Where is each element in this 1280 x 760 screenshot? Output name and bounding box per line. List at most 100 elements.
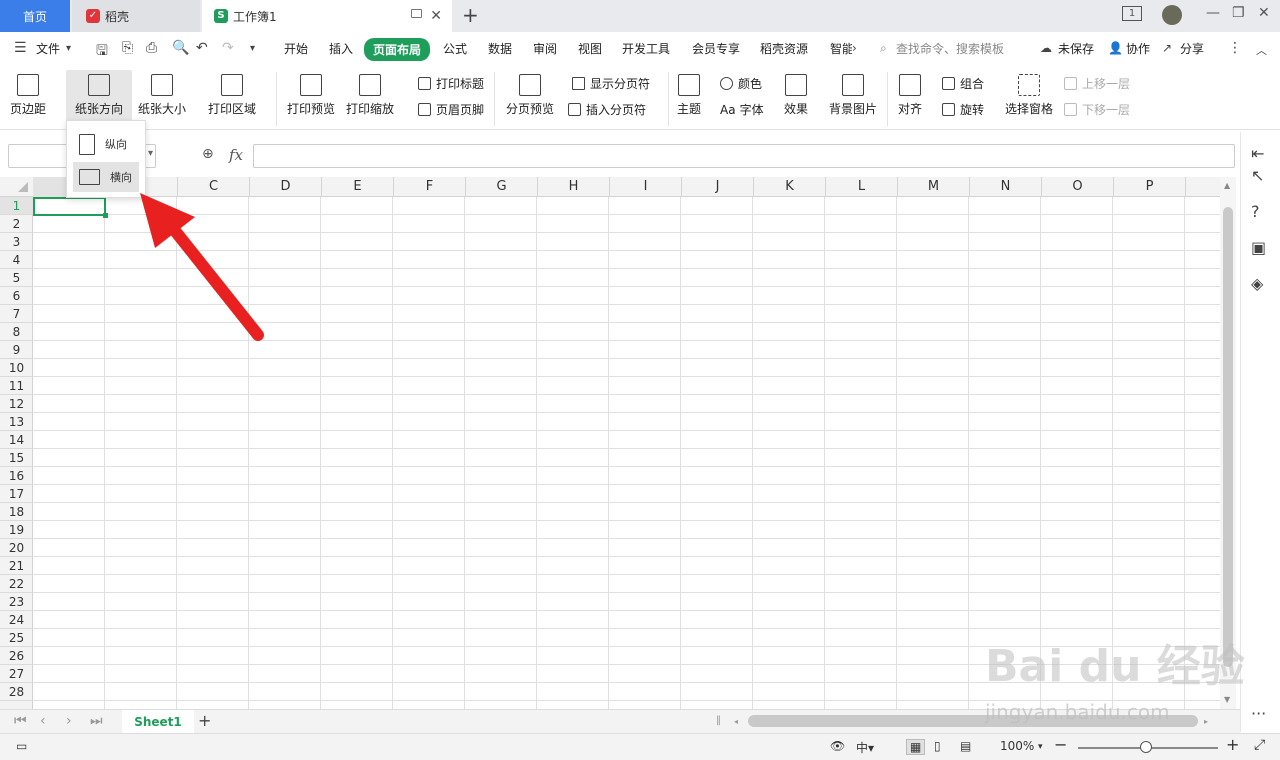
page-break-preview-button[interactable]: 分页预览 bbox=[506, 66, 554, 117]
orientation-landscape-option[interactable]: 横向 bbox=[73, 162, 139, 192]
column-header-p[interactable]: P bbox=[1114, 177, 1186, 197]
send-backward-button[interactable]: 下移一层 bbox=[1064, 101, 1130, 118]
zoom-level[interactable]: 100% bbox=[1000, 739, 1034, 753]
row-header-26[interactable]: 26 bbox=[0, 647, 33, 665]
row-header-11[interactable]: 11 bbox=[0, 377, 33, 395]
menu-member[interactable]: 会员专享 bbox=[692, 40, 740, 57]
input-method-icon[interactable]: 中▾ bbox=[856, 739, 874, 756]
fullscreen-icon[interactable]: ⤢ bbox=[1254, 737, 1265, 753]
column-header-g[interactable]: G bbox=[466, 177, 538, 197]
print-preview-icon[interactable]: 🔍 bbox=[172, 40, 189, 56]
selected-cell[interactable] bbox=[33, 197, 108, 218]
row-header-19[interactable]: 19 bbox=[0, 521, 33, 539]
vertical-scroll-thumb[interactable] bbox=[1223, 207, 1233, 667]
row-header-8[interactable]: 8 bbox=[0, 323, 33, 341]
column-header-n[interactable]: N bbox=[970, 177, 1042, 197]
row-header-4[interactable]: 4 bbox=[0, 251, 33, 269]
menu-page-layout[interactable]: 页面布局 bbox=[364, 38, 431, 61]
hamburger-icon[interactable]: ☰ bbox=[14, 40, 27, 56]
print-titles-button[interactable]: 打印标题 bbox=[418, 75, 484, 92]
menu-developer[interactable]: 开发工具 bbox=[622, 40, 670, 57]
scroll-right-icon[interactable]: ▸ bbox=[1204, 717, 1208, 726]
normal-view-icon[interactable]: ▦ bbox=[906, 739, 926, 755]
row-header-18[interactable]: 18 bbox=[0, 503, 33, 521]
selection-pane-button[interactable]: 选择窗格 bbox=[1005, 66, 1053, 117]
column-header-f[interactable]: F bbox=[394, 177, 466, 197]
page-layout-view-icon[interactable]: ▯ bbox=[934, 739, 941, 753]
menu-view[interactable]: 视图 bbox=[578, 40, 602, 57]
share-button[interactable]: 分享 bbox=[1180, 40, 1204, 57]
column-header-k[interactable]: K bbox=[754, 177, 826, 197]
more-panel-icon[interactable]: ··· bbox=[1251, 704, 1266, 723]
menu-start[interactable]: 开始 bbox=[284, 40, 308, 57]
formula-input[interactable] bbox=[253, 144, 1235, 168]
row-header-2[interactable]: 2 bbox=[0, 215, 33, 233]
row-header-12[interactable]: 12 bbox=[0, 395, 33, 413]
menu-review[interactable]: 审阅 bbox=[533, 40, 557, 57]
insert-page-break-button[interactable]: 插入分页符 bbox=[568, 101, 646, 118]
row-header-6[interactable]: 6 bbox=[0, 287, 33, 305]
menu-insert[interactable]: 插入 bbox=[329, 40, 353, 57]
quick-access-more-icon[interactable]: ▾ bbox=[250, 43, 255, 54]
column-header-l[interactable]: L bbox=[826, 177, 898, 197]
orientation-portrait-option[interactable]: 纵向 bbox=[73, 129, 139, 159]
help-icon[interactable]: ? bbox=[1251, 202, 1260, 221]
minimize-icon[interactable]: — bbox=[1206, 5, 1220, 21]
split-handle-icon[interactable]: ‖ bbox=[716, 715, 721, 726]
select-pointer-icon[interactable]: ↖ bbox=[1251, 166, 1264, 185]
more-icon[interactable]: ⋮ bbox=[1228, 40, 1242, 56]
orientation-button[interactable]: 纸张方向 bbox=[66, 70, 132, 126]
tab-daoke[interactable]: ✓ 稻壳 bbox=[72, 0, 200, 32]
collab-button[interactable]: 协作 bbox=[1126, 40, 1150, 57]
menu-formula[interactable]: 公式 bbox=[443, 40, 467, 57]
theme-button[interactable]: 主题 bbox=[677, 66, 701, 117]
row-header-3[interactable]: 3 bbox=[0, 233, 33, 251]
tab-home[interactable]: 首页 bbox=[0, 0, 70, 32]
row-header-17[interactable]: 17 bbox=[0, 485, 33, 503]
group-button[interactable]: 组合 bbox=[942, 75, 984, 92]
row-header-5[interactable]: 5 bbox=[0, 269, 33, 287]
undo-icon[interactable]: ↶ bbox=[196, 40, 208, 56]
align-button[interactable]: 对齐 bbox=[898, 66, 922, 117]
paper-size-button[interactable]: 纸张大小 bbox=[138, 66, 186, 117]
row-header-23[interactable]: 23 bbox=[0, 593, 33, 611]
window-count-badge[interactable]: 1 bbox=[1122, 6, 1142, 21]
zoom-slider-knob[interactable] bbox=[1140, 741, 1152, 753]
zoom-formula-icon[interactable]: ⊕ bbox=[202, 146, 214, 162]
close-tab-icon[interactable]: ✕ bbox=[430, 8, 442, 24]
menu-daoke-resources[interactable]: 稻壳资源 bbox=[760, 40, 808, 57]
background-image-button[interactable]: 背景图片 bbox=[829, 66, 877, 117]
restore-icon[interactable]: ❐ bbox=[1232, 5, 1245, 21]
zoom-out-icon[interactable]: − bbox=[1054, 735, 1067, 754]
row-header-22[interactable]: 22 bbox=[0, 575, 33, 593]
row-header-25[interactable]: 25 bbox=[0, 629, 33, 647]
unsaved-status[interactable]: 未保存 bbox=[1058, 40, 1094, 57]
row-header-13[interactable]: 13 bbox=[0, 413, 33, 431]
pin-icon[interactable] bbox=[411, 9, 422, 18]
colors-button[interactable]: 颜色 bbox=[720, 75, 762, 92]
menu-smart[interactable]: 智能 bbox=[830, 40, 852, 57]
export-pdf-icon[interactable]: ⎘ bbox=[122, 40, 133, 56]
print-scale-button[interactable]: 打印缩放 bbox=[346, 66, 394, 117]
chevron-down-icon[interactable]: ▾ bbox=[66, 43, 71, 54]
row-header-14[interactable]: 14 bbox=[0, 431, 33, 449]
fill-handle[interactable] bbox=[103, 213, 108, 218]
row-header-7[interactable]: 7 bbox=[0, 305, 33, 323]
page-break-view-icon[interactable]: ▤ bbox=[960, 739, 971, 753]
column-header-c[interactable]: C bbox=[178, 177, 250, 197]
row-header-10[interactable]: 10 bbox=[0, 359, 33, 377]
row-header-16[interactable]: 16 bbox=[0, 467, 33, 485]
bring-forward-button[interactable]: 上移一层 bbox=[1064, 75, 1130, 92]
column-header-e[interactable]: E bbox=[322, 177, 394, 197]
column-header-m[interactable]: M bbox=[898, 177, 970, 197]
scroll-left-icon[interactable]: ◂ bbox=[734, 717, 738, 726]
last-sheet-icon[interactable]: ⏭ bbox=[90, 713, 103, 729]
row-header-28[interactable]: 28 bbox=[0, 683, 33, 701]
menu-file[interactable]: 文件 bbox=[36, 40, 60, 57]
row-header-9[interactable]: 9 bbox=[0, 341, 33, 359]
menu-data[interactable]: 数据 bbox=[488, 40, 512, 57]
prev-sheet-icon[interactable]: ‹ bbox=[40, 713, 46, 729]
chevron-down-icon[interactable]: ▾ bbox=[148, 148, 153, 159]
macro-record-icon[interactable]: ▭ bbox=[16, 739, 27, 753]
close-window-icon[interactable]: ✕ bbox=[1258, 5, 1270, 21]
